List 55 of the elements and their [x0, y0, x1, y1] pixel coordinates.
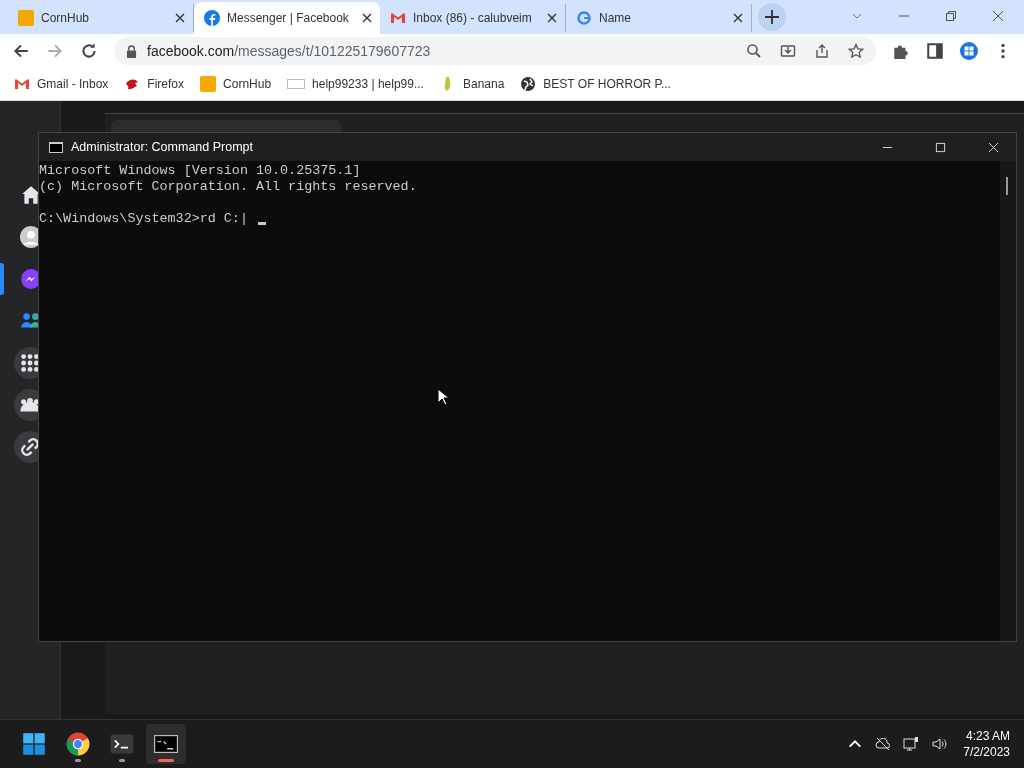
plus-icon — [765, 10, 779, 24]
close-icon[interactable] — [733, 13, 743, 23]
running-indicator — [119, 759, 125, 762]
close-icon[interactable] — [362, 13, 372, 23]
url-text: facebook.com/messages/t/101225179607723 — [147, 43, 431, 59]
logo-icon — [200, 76, 217, 92]
bookmark[interactable]: BEST OF HORROR P... — [520, 76, 671, 92]
taskbar-app[interactable] — [146, 724, 186, 764]
console-icon — [154, 732, 178, 756]
tab-title: CornHub — [41, 11, 91, 25]
close-icon[interactable] — [547, 13, 557, 23]
browser-tab[interactable]: Inbox (86) - calubveim — [380, 4, 566, 32]
close-icon[interactable] — [175, 13, 185, 23]
bookmark[interactable]: Banana — [439, 76, 505, 92]
browser-tab[interactable]: Messenger | Facebook — [194, 2, 380, 34]
tab-title: Inbox (86) - calubveim — [413, 11, 533, 25]
scrollbar-thumb[interactable] — [1006, 177, 1008, 195]
browser-tab[interactable]: Name — [566, 4, 752, 32]
facebook-icon — [204, 10, 220, 26]
mail-icon — [390, 10, 406, 26]
running-indicator — [158, 759, 174, 762]
text-cursor — [257, 222, 266, 225]
bookmark[interactable]: CornHub — [200, 76, 272, 92]
messenger-icon[interactable] — [20, 268, 38, 290]
home-icon[interactable] — [20, 184, 38, 206]
link-icon[interactable] — [14, 431, 38, 463]
terminal-icon — [110, 732, 134, 756]
running-indicator — [75, 759, 81, 762]
bookmark[interactable]: help99233 | help99... — [287, 77, 424, 91]
time-text: 4:23 AM — [965, 729, 1010, 743]
chrome-icon — [66, 732, 90, 756]
restore-icon[interactable] — [945, 10, 957, 22]
command-line[interactable]: C:\Windows\System32>rd C:| — [39, 211, 248, 227]
tab-title: Name — [599, 11, 632, 25]
close-icon[interactable] — [992, 10, 1004, 22]
new-tab-button[interactable] — [758, 3, 786, 31]
address-bar[interactable]: facebook.com/messages/t/101225179607723 — [114, 37, 876, 65]
console-line: Microsoft Windows [Version 10.0.25375.1] — [39, 163, 362, 179]
logo-icon — [18, 10, 34, 26]
windows-icon — [22, 732, 46, 756]
active-indicator — [0, 263, 4, 295]
mouse-pointer-icon — [437, 388, 449, 406]
window-title: Administrator: Command Prompt — [71, 140, 253, 154]
bookmark[interactable]: Firefox — [124, 76, 185, 92]
google-icon — [576, 10, 592, 26]
date-text: 7/2/2023 — [963, 745, 1010, 759]
globe-icon — [520, 76, 537, 92]
mail-icon — [14, 76, 30, 92]
clock[interactable]: 4:23 AM 7/2/2023 — [953, 729, 1024, 759]
console-line: (c) Microsoft Corporation. All rights reserved. — [39, 179, 418, 195]
console-icon — [49, 141, 63, 153]
lock-icon — [126, 44, 137, 58]
browser-tab[interactable]: CornHub — [8, 4, 194, 32]
bookmark[interactable]: Gmail - Inbox — [14, 76, 109, 92]
tab-title: Messenger | Facebook — [227, 11, 350, 25]
